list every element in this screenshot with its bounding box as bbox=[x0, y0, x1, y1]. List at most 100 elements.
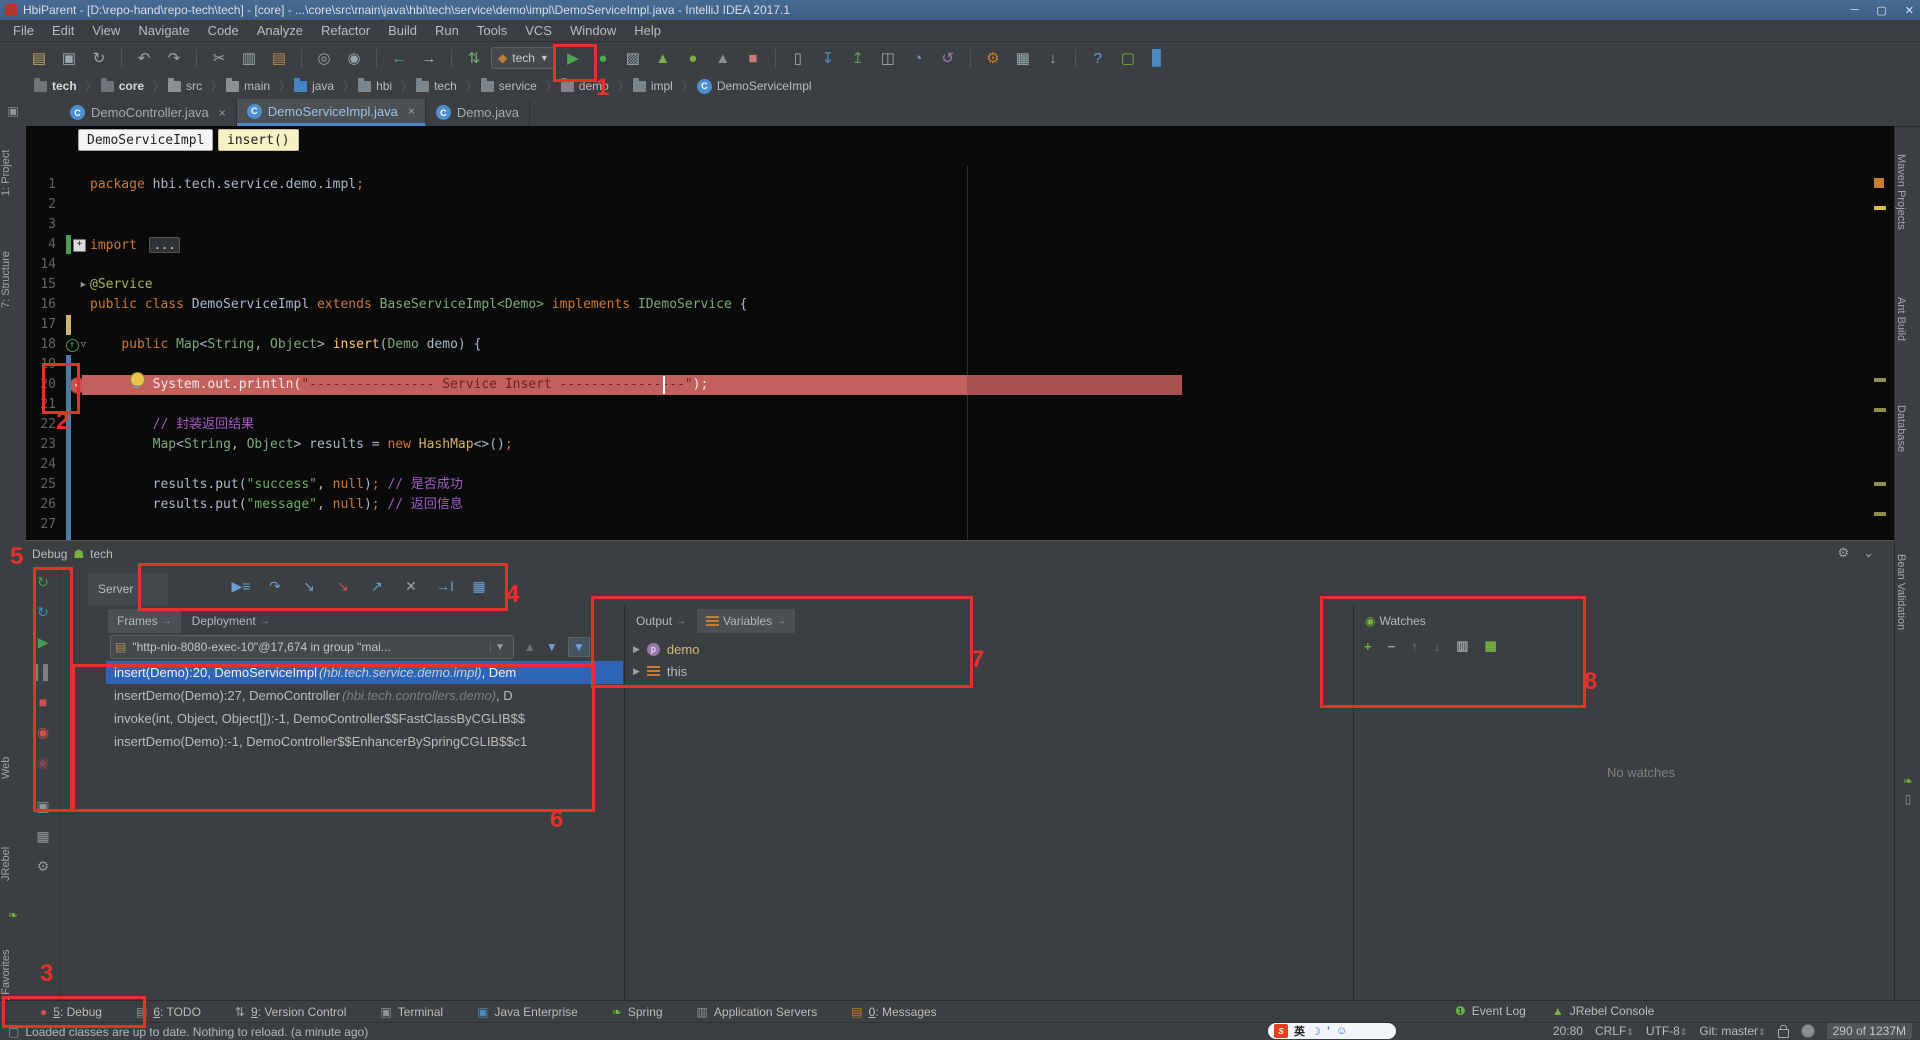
menu-view[interactable]: View bbox=[83, 23, 129, 38]
tool-button-jrebel-console[interactable]: ▲JRebel Console bbox=[1552, 1004, 1655, 1018]
menu-refactor[interactable]: Refactor bbox=[312, 23, 379, 38]
gutter-icons[interactable] bbox=[60, 295, 88, 315]
implementing-method-icon[interactable]: ↑ bbox=[66, 339, 79, 352]
gutter-icons[interactable] bbox=[60, 315, 88, 335]
error-stripe-mark[interactable] bbox=[1874, 408, 1886, 412]
intention-bulb-icon[interactable] bbox=[130, 372, 145, 387]
line-number[interactable]: 17 bbox=[26, 315, 60, 335]
jindent-icon[interactable]: ▊ bbox=[1145, 47, 1171, 69]
forward-icon[interactable]: → bbox=[416, 47, 442, 69]
gutter-icons[interactable] bbox=[60, 435, 88, 455]
gutter-icons[interactable] bbox=[60, 175, 88, 195]
line-number[interactable]: 23 bbox=[26, 435, 60, 455]
gutter-icons[interactable] bbox=[60, 195, 88, 215]
gutter-icons[interactable] bbox=[60, 495, 88, 515]
line-number[interactable]: 16 bbox=[26, 295, 60, 315]
rollback-icon[interactable]: ↺ bbox=[935, 47, 961, 69]
caret-position[interactable]: 20:80 bbox=[1553, 1024, 1583, 1038]
breadcrumb-item-demoserviceimpl[interactable]: CDemoServiceImpl bbox=[697, 79, 812, 94]
tab-democontroller-java[interactable]: CDemoController.java× bbox=[60, 99, 237, 126]
error-stripe-todo-mark[interactable] bbox=[1874, 178, 1884, 188]
stripe-item-7-structure[interactable]: 7: Structure bbox=[0, 232, 12, 328]
breadcrumb-item-tech[interactable]: tech〉 bbox=[416, 78, 477, 94]
menu-analyze[interactable]: Analyze bbox=[248, 23, 312, 38]
debug-header-actions[interactable]: ⚙⌄ bbox=[1837, 545, 1874, 561]
changes-icon[interactable]: ◫ bbox=[875, 47, 901, 69]
menu-edit[interactable]: Edit bbox=[43, 23, 83, 38]
menu-window[interactable]: Window bbox=[561, 23, 625, 38]
breadcrumb-chip-method[interactable]: insert() bbox=[218, 129, 299, 151]
error-stripe-mark[interactable] bbox=[1874, 512, 1886, 516]
tool-button-java-enterprise[interactable]: ▣Java Enterprise bbox=[477, 1005, 578, 1019]
chevron-down-icon[interactable]: ▼ bbox=[540, 53, 549, 63]
tool-button-spring[interactable]: ❧Spring bbox=[612, 1005, 663, 1019]
stripe-item-jrebel[interactable]: JRebel bbox=[0, 822, 12, 906]
modules-icon[interactable]: ▦ bbox=[1010, 47, 1036, 69]
jrebel-debug-icon[interactable]: ● bbox=[680, 47, 706, 69]
stripe-item-web[interactable]: Web bbox=[0, 726, 12, 810]
breadcrumb-item-hbi[interactable]: hbi〉 bbox=[358, 78, 412, 94]
code-editor[interactable]: DemoServiceImpl insert() 1package hbi.te… bbox=[26, 126, 1894, 540]
thread-selector[interactable]: ▤ "http-nio-8080-exec-10"@17,674 in grou… bbox=[110, 635, 514, 659]
breadcrumb-item-src[interactable]: src〉 bbox=[168, 78, 222, 94]
line-number[interactable]: 14 bbox=[26, 255, 60, 275]
code-line-19[interactable]: 19 bbox=[26, 355, 1874, 375]
profile-icon[interactable]: ▲ bbox=[710, 47, 736, 69]
gutter-icons[interactable]: + bbox=[60, 235, 88, 255]
open-icon[interactable]: ▤ bbox=[26, 47, 52, 69]
git-branch[interactable]: Git: master⇕ bbox=[1699, 1024, 1765, 1038]
jrebel-run-icon[interactable]: ▲ bbox=[650, 47, 676, 69]
code-line-20[interactable]: 20✓ System.out.println("----------------… bbox=[26, 375, 1874, 395]
tool-button-terminal[interactable]: ▣Terminal bbox=[380, 1005, 443, 1019]
history-icon[interactable]: ◔ bbox=[905, 47, 931, 69]
close-icon[interactable]: × bbox=[219, 106, 226, 120]
line-number[interactable]: 2 bbox=[26, 195, 60, 215]
menu-code[interactable]: Code bbox=[199, 23, 248, 38]
gutter-icons[interactable] bbox=[60, 215, 88, 235]
error-stripe-mark[interactable] bbox=[1874, 482, 1886, 486]
copy-icon[interactable]: ▥ bbox=[236, 47, 262, 69]
ime-punct-icon[interactable]: ’ bbox=[1327, 1025, 1330, 1037]
vcs-update-icon[interactable]: ↧ bbox=[815, 47, 841, 69]
line-number[interactable]: 15 bbox=[26, 275, 60, 295]
sogou-icon[interactable]: S bbox=[1274, 1024, 1288, 1038]
window-controls[interactable]: ─▢✕ bbox=[1851, 0, 1914, 20]
code-line-26[interactable]: 26 results.put("message", null); // 返回信息 bbox=[26, 495, 1874, 515]
tab-frames[interactable]: Frames→ bbox=[108, 609, 181, 633]
error-stripe-mark[interactable] bbox=[1874, 206, 1886, 210]
menu-navigate[interactable]: Navigate bbox=[129, 23, 198, 38]
stripe-item-ant-build[interactable]: Ant Build bbox=[1895, 276, 1907, 362]
settings-icon[interactable]: ⚙ bbox=[26, 851, 60, 881]
tool-button-event-log[interactable]: ❶Event Log bbox=[1455, 1004, 1526, 1018]
code-lines[interactable]: 1package hbi.tech.service.demo.impl; 23 4+… bbox=[26, 175, 1874, 535]
paste-icon[interactable]: ▤ bbox=[266, 47, 292, 69]
ime-smiley-icon[interactable]: ☺ bbox=[1336, 1025, 1347, 1037]
gutter-icons[interactable]: ↑▽ bbox=[60, 335, 88, 355]
coverage-icon[interactable]: ▨ bbox=[620, 47, 646, 69]
line-number[interactable]: 4 bbox=[26, 235, 60, 255]
wrench-icon[interactable]: ⚙ bbox=[980, 47, 1006, 69]
tool-button-application-servers[interactable]: ▥Application Servers bbox=[697, 1005, 818, 1019]
breadcrumb-item-java[interactable]: java〉 bbox=[294, 78, 354, 94]
gutter-icons[interactable] bbox=[60, 475, 88, 495]
line-number[interactable]: 18 bbox=[26, 335, 60, 355]
fold-arrow-icon[interactable]: ▶ bbox=[81, 275, 86, 295]
menu-build[interactable]: Build bbox=[379, 23, 426, 38]
code-line-24[interactable]: 24 bbox=[26, 455, 1874, 475]
stripe-item-1-project[interactable]: 1: Project bbox=[0, 130, 12, 216]
line-number[interactable]: 25 bbox=[26, 475, 60, 495]
code-line-2[interactable]: 2 bbox=[26, 195, 1874, 215]
breadcrumb-chip-class[interactable]: DemoServiceImpl bbox=[78, 129, 213, 151]
lock-icon[interactable] bbox=[1778, 1029, 1789, 1038]
breadcrumb-item-tech[interactable]: tech〉 bbox=[34, 78, 97, 94]
tool-button-0-messages[interactable]: ▤0: Messages bbox=[851, 1005, 936, 1019]
code-line-14[interactable]: 14 bbox=[26, 255, 1874, 275]
ime-bar[interactable]: S 英 ☽ ’ ☺ bbox=[1268, 1023, 1396, 1039]
code-line-1[interactable]: 1package hbi.tech.service.demo.impl; bbox=[26, 175, 1874, 195]
hector-icon[interactable] bbox=[1801, 1024, 1815, 1038]
undo-icon[interactable]: ↶ bbox=[131, 47, 157, 69]
tool-button-9-version-control[interactable]: ⇅9: Version Control bbox=[235, 1005, 346, 1019]
tab-demoserviceimpl-java[interactable]: CDemoServiceImpl.java× bbox=[237, 99, 426, 126]
code-line-25[interactable]: 25 results.put("success", null); // 是否成功 bbox=[26, 475, 1874, 495]
breadcrumb-item-main[interactable]: main〉 bbox=[226, 78, 290, 94]
